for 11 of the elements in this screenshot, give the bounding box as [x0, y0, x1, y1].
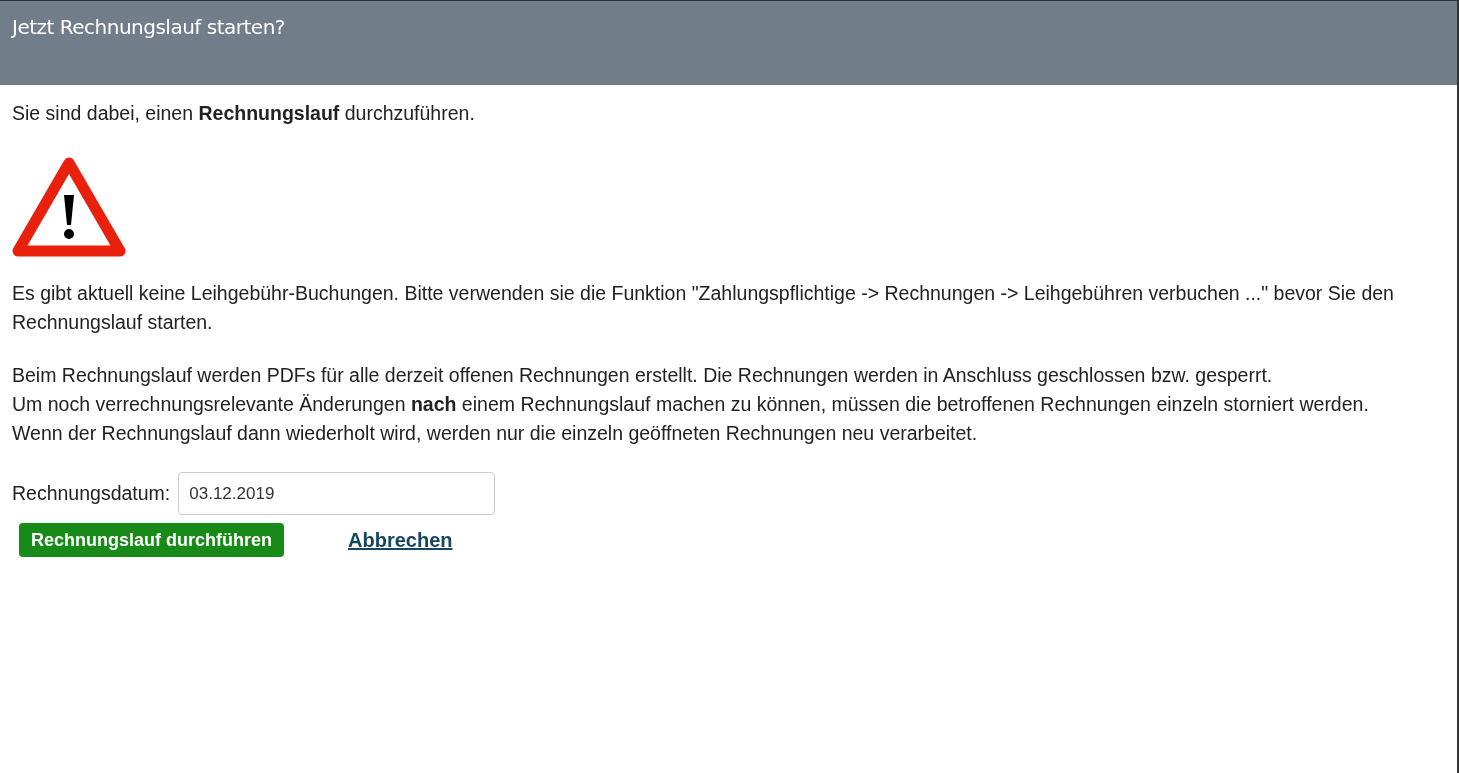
submit-button[interactable]: Rechnungslauf durchführen — [19, 523, 284, 557]
cancel-link[interactable]: Abbrechen — [348, 525, 453, 555]
info-text: Beim Rechnungslauf werden PDFs für alle derzeit offenen Rechnungen erstellt. Die Rechnungen werden in Anschluss geschlossen bzw. gesperrt. — [12, 363, 1274, 388]
info-text: Wenn der Rechnungslauf dann wiederholt wird, werden nur die einzeln geöffneten Rechnungen neu verarbeitet. — [12, 421, 979, 446]
warning-text: Es gibt aktuell keine Leihgebühr-Buchungen. Bitte verwenden sie die Funktion "Zahlungspflichtige -> Rechnungen -> Leihgebühren verbuchen ..." bevor Sie den Rechnungslauf starten. — [12, 281, 1395, 335]
date-label: Rechnungsdatum: — [12, 481, 171, 506]
warning-icon — [12, 157, 126, 257]
intro-text: Sie sind dabei, einen Rechnungslauf durchzuführen. — [12, 101, 476, 126]
info-text: Um noch verrechnungsrelevante Änderungen nach einem Rechnungslauf machen zu können, müssen die betroffenen Rechnungen einzeln storniert werden. — [12, 392, 1370, 417]
date-field[interactable]: 03.12.2019 — [178, 472, 496, 515]
dialog-title: Jetzt Rechnungslauf starten? — [12, 15, 286, 39]
